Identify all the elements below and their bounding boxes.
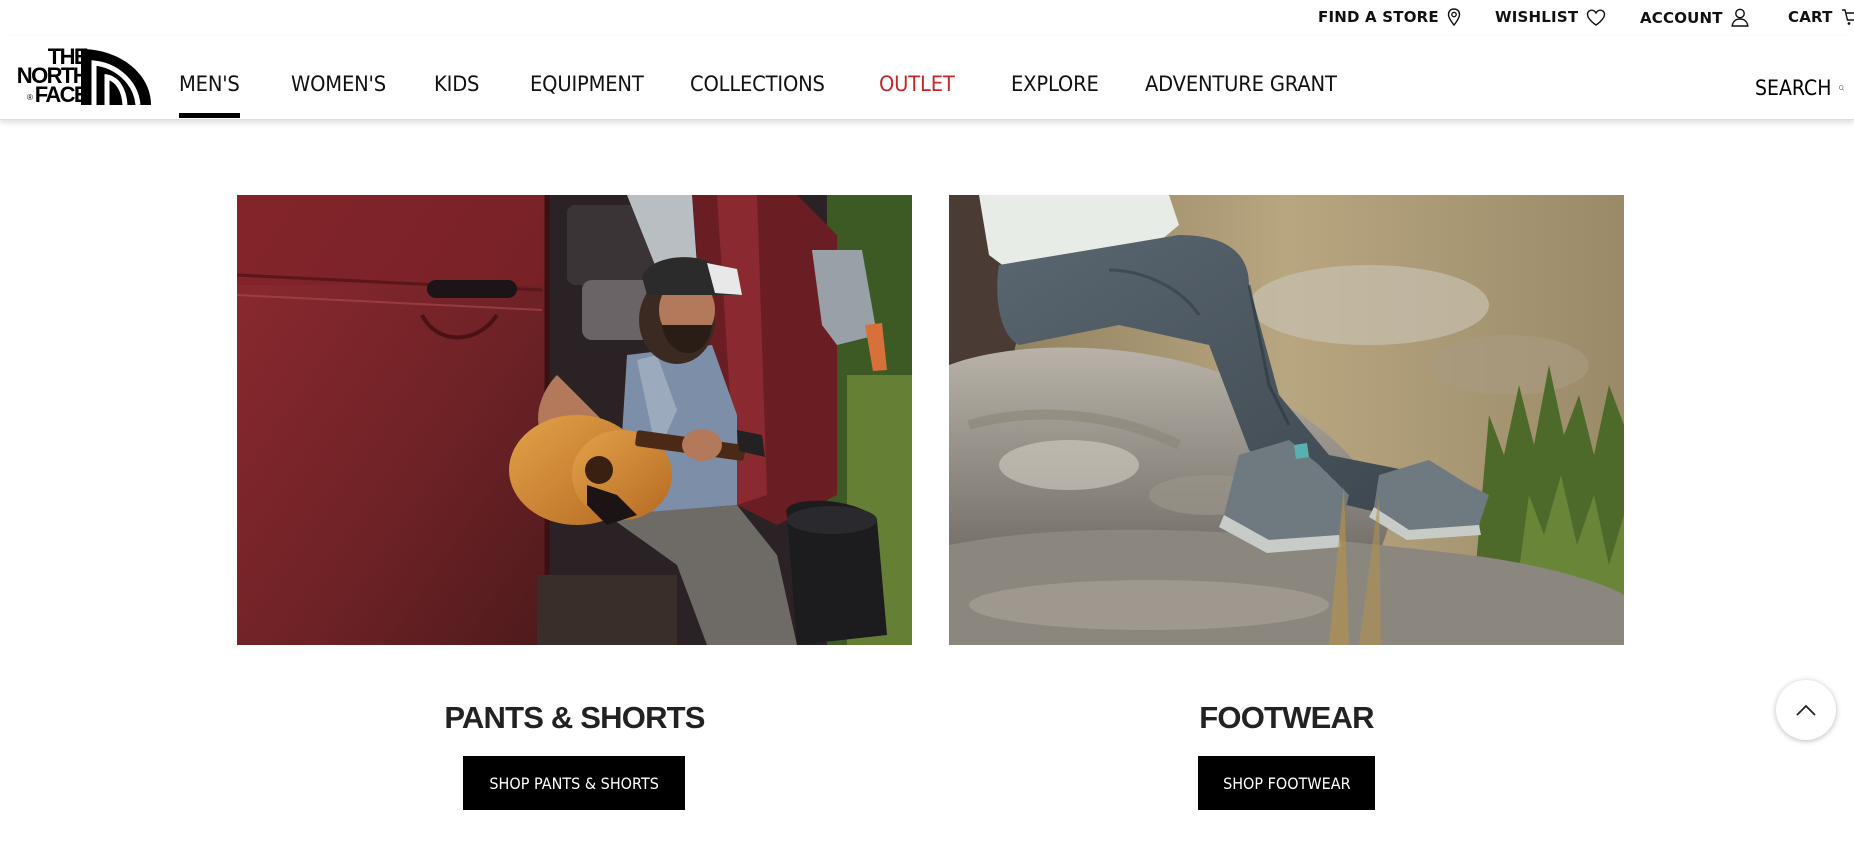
main-header: THE NORTH FACE ® MEN'S WOMEN'S KIDS EQUI… xyxy=(0,36,1854,120)
cart-icon xyxy=(1841,9,1854,25)
shop-footwear-label: SHOP FOOTWEAR xyxy=(1222,773,1351,793)
nav-womens[interactable]: WOMEN'S xyxy=(291,72,386,96)
man-playing-guitar-in-van-photo xyxy=(237,195,912,645)
search-button[interactable]: SEARCH xyxy=(1755,76,1844,100)
heart-icon xyxy=(1587,8,1606,26)
find-a-store-link[interactable]: FIND A STORE xyxy=(1318,8,1461,26)
account-link[interactable]: ACCOUNT xyxy=(1640,8,1749,27)
wishlist-link[interactable]: WISHLIST xyxy=(1495,8,1606,26)
half-dome-logo-icon xyxy=(81,49,151,105)
nav-adventure-grant[interactable]: ADVENTURE GRANT xyxy=(1145,72,1337,96)
hiker-sitting-on-rock-photo xyxy=(949,195,1624,645)
cart-link[interactable]: CART xyxy=(1788,8,1854,26)
back-to-top-button[interactable] xyxy=(1776,680,1836,740)
account-label: ACCOUNT xyxy=(1640,8,1723,27)
logo-wordmark: THE NORTH FACE xyxy=(16,44,89,107)
shop-pants-shorts-button[interactable]: SHOP PANTS & SHORTS xyxy=(463,756,685,810)
nav-collections[interactable]: COLLECTIONS xyxy=(690,72,825,96)
find-a-store-label: FIND A STORE xyxy=(1318,8,1439,26)
wishlist-label: WISHLIST xyxy=(1495,8,1579,26)
the-north-face-logo[interactable]: THE NORTH FACE ® xyxy=(11,44,151,107)
registered-mark: ® xyxy=(27,93,33,102)
pants-shorts-title: PANTS & SHORTS xyxy=(444,700,705,735)
active-nav-indicator xyxy=(179,113,240,118)
pants-shorts-image[interactable] xyxy=(237,195,912,645)
nav-kids[interactable]: KIDS xyxy=(434,72,479,96)
utility-bar: FIND A STORE WISHLIST ACCOUNT CART xyxy=(0,0,1854,36)
nav-outlet[interactable]: OUTLET xyxy=(879,72,955,96)
shop-footwear-button[interactable]: SHOP FOOTWEAR xyxy=(1198,756,1375,810)
shop-pants-shorts-label: SHOP PANTS & SHORTS xyxy=(489,773,659,793)
footwear-title: FOOTWEAR xyxy=(1199,700,1374,735)
search-icon xyxy=(1839,85,1844,91)
map-pin-icon xyxy=(1447,8,1461,26)
nav-equipment[interactable]: EQUIPMENT xyxy=(530,72,644,96)
chevron-up-icon xyxy=(1796,704,1816,716)
nav-explore[interactable]: EXPLORE xyxy=(1011,72,1099,96)
footwear-image[interactable] xyxy=(949,195,1624,645)
cart-label: CART xyxy=(1788,8,1833,26)
user-icon xyxy=(1731,8,1749,27)
nav-mens[interactable]: MEN'S xyxy=(179,72,240,96)
search-label: SEARCH xyxy=(1755,76,1832,100)
